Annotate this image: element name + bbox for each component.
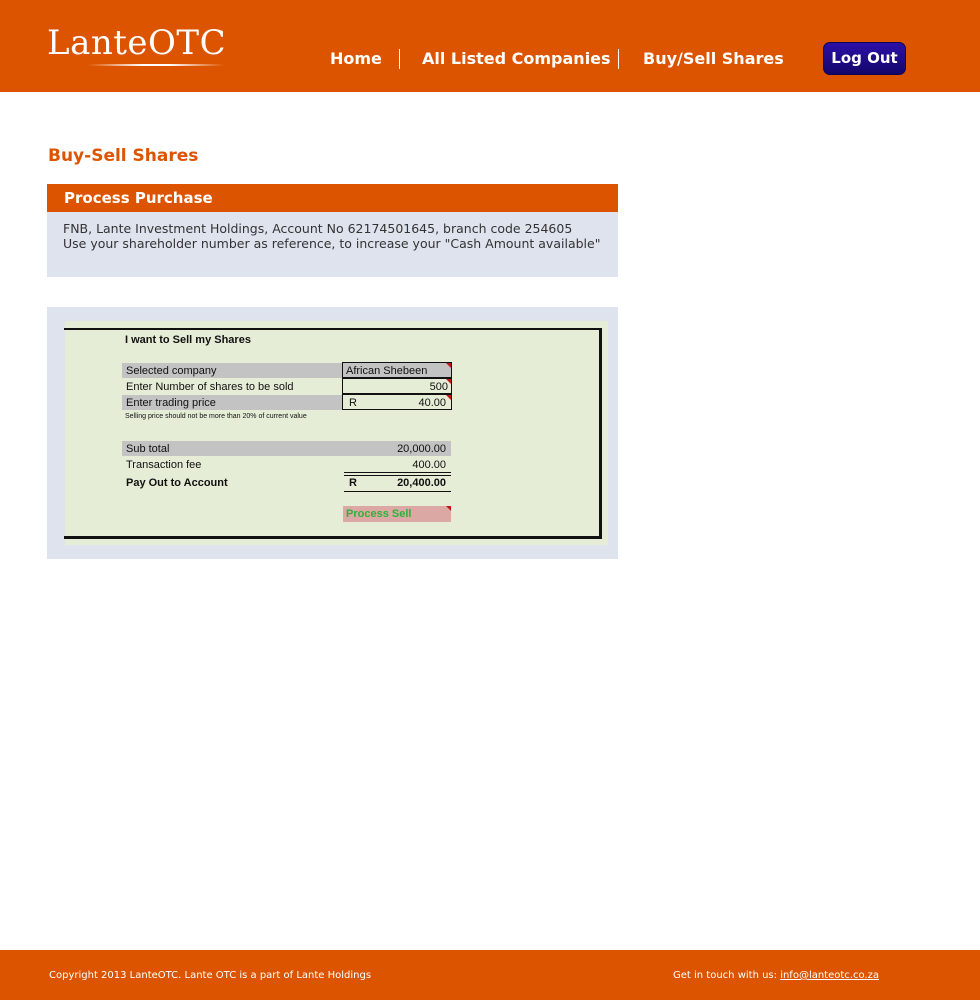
nav-buy-sell-shares[interactable]: Buy/Sell Shares — [643, 49, 784, 69]
payout-value: 20,400.00 — [397, 477, 446, 489]
nav-all-listed-companies[interactable]: All Listed Companies — [422, 49, 611, 69]
footer-email-link[interactable]: info@lanteotc.co.za — [780, 970, 879, 981]
process-purchase-title: Process Purchase — [64, 189, 213, 207]
site-footer: Copyright 2013 LanteOTC. Lante OTC is a … — [0, 950, 980, 1000]
nav-separator — [399, 49, 400, 69]
selected-company-value: African Shebeen — [346, 365, 428, 377]
payout-rule — [344, 491, 451, 492]
transaction-fee-value: 400.00 — [412, 459, 446, 471]
logout-button[interactable]: Log Out — [823, 42, 906, 75]
comment-marker-icon — [446, 379, 451, 384]
site-logo[interactable]: LanteOTC — [47, 24, 226, 62]
subtotal-value: 20,000.00 — [397, 443, 446, 455]
bank-details-text: FNB, Lante Investment Holdings, Account … — [63, 221, 573, 236]
payout-label: Pay Out to Account — [126, 477, 228, 489]
comment-marker-icon — [446, 363, 451, 368]
process-sell-button[interactable]: Process Sell — [343, 506, 451, 522]
page-title: Buy-Sell Shares — [48, 146, 199, 166]
sell-form-heading: I want to Sell my Shares — [125, 334, 251, 346]
selected-company-label: Selected company — [126, 365, 217, 377]
site-header: LanteOTC Home All Listed Companies Buy/S… — [0, 0, 980, 92]
process-purchase-panel: Process Purchase FNB, Lante Investment H… — [47, 184, 618, 277]
process-purchase-header: Process Purchase — [47, 184, 618, 212]
reference-instructions-text: Use your shareholder number as reference… — [63, 236, 601, 251]
trading-price-value: 40.00 — [418, 397, 446, 409]
footer-contact: Get in touch with us: info@lanteotc.co.z… — [673, 970, 879, 982]
trading-price-label: Enter trading price — [126, 397, 216, 409]
sell-form-border — [64, 328, 602, 539]
total-rule-top — [344, 472, 451, 473]
comment-marker-icon — [446, 395, 451, 400]
transaction-fee-label: Transaction fee — [126, 459, 202, 471]
footer-copyright: Copyright 2013 LanteOTC. Lante OTC is a … — [49, 970, 372, 981]
footer-contact-label: Get in touch with us: — [673, 970, 777, 981]
logo-swoosh — [88, 64, 224, 66]
shares-value: 500 — [429, 381, 448, 393]
subtotal-label: Sub total — [126, 443, 170, 455]
comment-marker-icon — [446, 506, 451, 511]
price-limit-note: Selling price should not be more than 20… — [125, 413, 307, 420]
process-sell-label: Process Sell — [346, 508, 412, 520]
shares-label: Enter Number of shares to be sold — [126, 381, 294, 393]
nav-home[interactable]: Home — [330, 49, 382, 69]
nav-separator — [618, 49, 619, 69]
